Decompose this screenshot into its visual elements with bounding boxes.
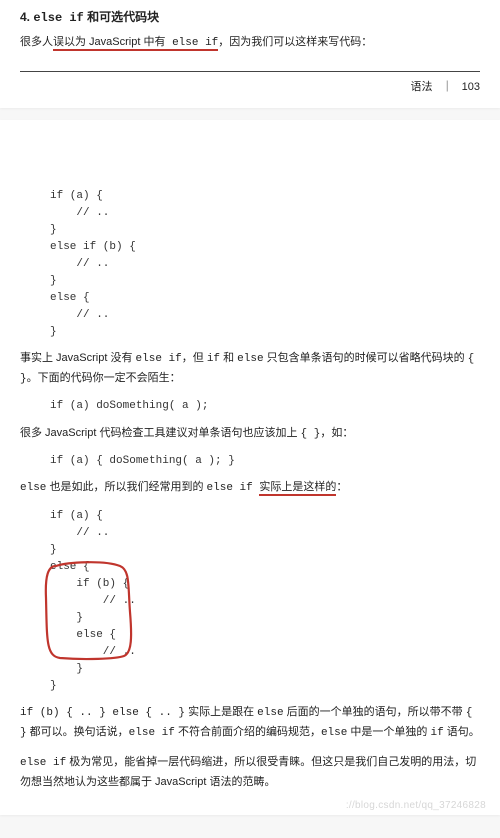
text: ，因为我们可以这样来写代码： (218, 36, 372, 48)
paragraph-2: 事实上 JavaScript 没有 else if，但 if 和 else 只包… (20, 349, 480, 388)
page-top: 4. else if 和可选代码块 很多人误以为 JavaScript 中有 e… (0, 0, 500, 108)
page-bottom: if (a) { // .. } else if (b) { // .. } e… (0, 120, 500, 816)
annotated-phrase-2: 实际上是这样的 (259, 481, 336, 496)
page-footer: 语法 ｜ 103 (20, 78, 480, 94)
heading-number: 4. (20, 10, 33, 24)
paragraph-3: 很多 JavaScript 代码检查工具建议对单条语句也应该加上 { }，如： (20, 424, 480, 444)
annotated-phrase: 误以为 JavaScript 中有 else if (53, 36, 218, 51)
footer-chapter: 语法 (411, 81, 433, 93)
intro-paragraph: 很多人误以为 JavaScript 中有 else if，因为我们可以这样来写代… (20, 33, 480, 53)
text: 很多人 (20, 36, 53, 48)
watermark: ://blog.csdn.net/qq_37246828 (346, 800, 486, 811)
footer-page-number: 103 (462, 81, 480, 93)
code-block-4-wrap: if (a) { // .. } else { if (b) { // .. }… (20, 508, 480, 696)
code-block-4: if (a) { // .. } else { if (b) { // .. }… (50, 508, 480, 696)
code-block-1: if (a) { // .. } else if (b) { // .. } e… (50, 188, 480, 341)
section-heading: 4. else if 和可选代码块 (20, 8, 480, 25)
paragraph-5: if (b) { .. } else { .. } 实际上是跟在 else 后面… (20, 703, 480, 742)
footer-sep: ｜ (442, 81, 453, 93)
code-block-2: if (a) doSomething( a ); (50, 398, 480, 415)
heading-code: else if (33, 11, 83, 25)
footer-rule (20, 71, 480, 72)
code-block-3: if (a) { doSomething( a ); } (50, 453, 480, 470)
paragraph-4: else 也是如此，所以我们经常用到的 else if 实际上是这样的： (20, 478, 480, 498)
heading-rest: 和可选代码块 (84, 10, 159, 24)
paragraph-6: else if 极为常见，能省掉一层代码缩进，所以很受青睐。但这只是我们自己发明… (20, 753, 480, 791)
